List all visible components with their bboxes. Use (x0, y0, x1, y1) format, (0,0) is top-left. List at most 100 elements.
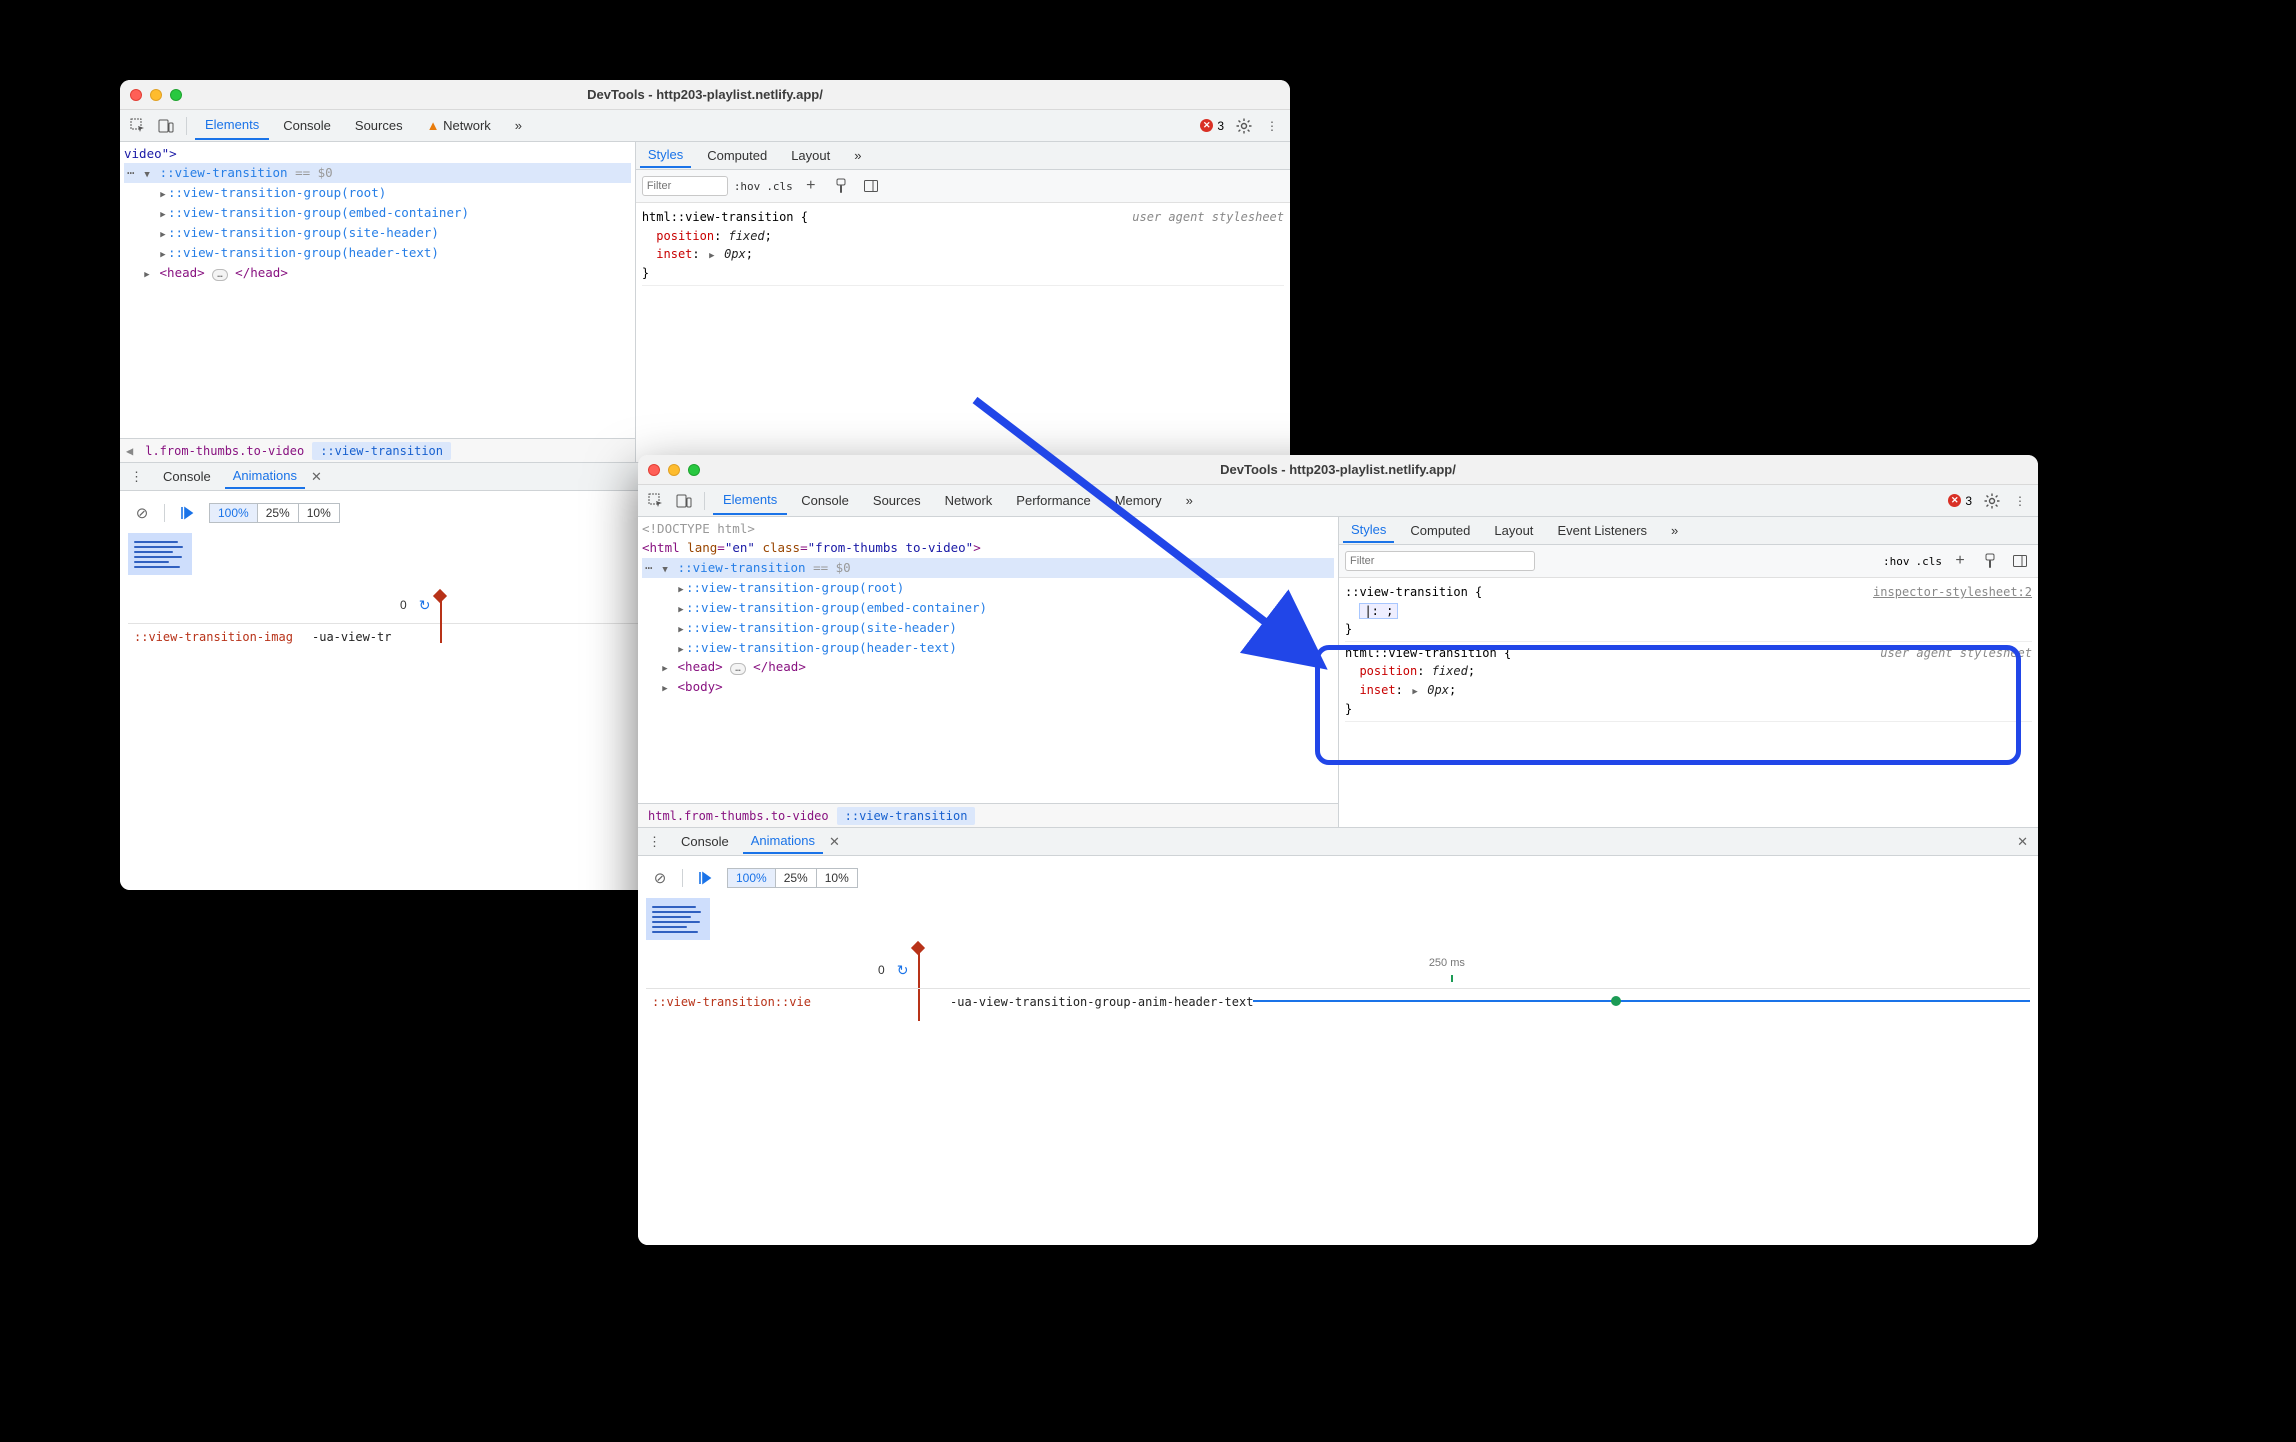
subtab-styles[interactable]: Styles (640, 143, 691, 168)
more-icon[interactable]: ⋮ (1260, 114, 1284, 138)
subtab-styles[interactable]: Styles (1343, 518, 1394, 543)
hov-toggle[interactable]: :hov (734, 180, 761, 193)
subtab-computed[interactable]: Computed (1402, 519, 1478, 542)
hov-toggle[interactable]: :hov (1883, 555, 1910, 568)
subtab-more[interactable]: » (1663, 519, 1686, 542)
close-icon[interactable]: ✕ (829, 834, 840, 850)
expand-toggle[interactable] (158, 243, 168, 263)
cls-toggle[interactable]: .cls (766, 180, 793, 193)
timeline[interactable]: 0 ↻ 250 ms (646, 952, 2030, 988)
reload-icon[interactable]: ↻ (419, 597, 431, 614)
inspect-icon[interactable] (126, 114, 150, 138)
css-value[interactable]: fixed (1432, 664, 1468, 678)
css-value[interactable]: 0px (1427, 683, 1449, 697)
drawer-close-icon[interactable]: ✕ (2017, 834, 2034, 850)
drawer-tab-console[interactable]: Console (155, 465, 219, 488)
tab-network[interactable]: Network (935, 487, 1003, 514)
tab-elements[interactable]: Elements (195, 111, 269, 140)
panel-icon[interactable] (859, 174, 883, 198)
tab-sources[interactable]: Sources (345, 112, 413, 139)
subtab-layout[interactable]: Layout (783, 144, 838, 167)
vt-group[interactable]: ::view-transition-group(site-header) (686, 620, 957, 635)
rate-100[interactable]: 100% (727, 868, 776, 888)
error-count[interactable]: ✕ 3 (1196, 119, 1228, 133)
crumb-left-caret[interactable]: ◀ (122, 444, 137, 458)
more-icon[interactable]: ⋮ (2008, 489, 2032, 513)
rate-25[interactable]: 25% (258, 503, 299, 523)
vt-group[interactable]: ::view-transition-group(embed-container) (168, 205, 469, 220)
animation-thumbnail[interactable] (128, 533, 192, 575)
drawer-tab-animations[interactable]: Animations (743, 829, 823, 854)
vt-group[interactable]: ::view-transition-group(site-header) (168, 225, 439, 240)
expand-toggle[interactable] (158, 223, 168, 243)
rule-source-link[interactable]: inspector-stylesheet:2 (1873, 583, 2032, 602)
close-icon[interactable]: ✕ (311, 469, 322, 485)
rule-selector[interactable]: html::view-transition { (642, 210, 808, 224)
reload-icon[interactable]: ↻ (897, 962, 909, 979)
drawer-menu-icon[interactable]: ⋮ (124, 469, 149, 485)
filter-input[interactable] (1345, 551, 1535, 571)
subtab-layout[interactable]: Layout (1486, 519, 1541, 542)
playhead-icon[interactable] (911, 941, 925, 955)
expand-toggle[interactable] (142, 163, 152, 183)
expand-toggle[interactable] (158, 203, 168, 223)
minimize-button[interactable] (668, 464, 680, 476)
vt-group[interactable]: ::view-transition-group(root) (168, 185, 386, 200)
vt-group[interactable]: ::view-transition-group(header-text) (168, 245, 439, 260)
tab-console[interactable]: Console (791, 487, 859, 514)
animation-thumbnail[interactable] (646, 898, 710, 940)
expand-toggle[interactable] (676, 638, 686, 658)
ellipsis-icon[interactable]: … (730, 663, 745, 675)
expand-toggle[interactable] (1410, 681, 1420, 700)
dom-head-open[interactable]: <head> (160, 265, 205, 280)
pseudo-view-transition[interactable]: ::view-transition (160, 165, 288, 180)
drawer-tab-animations[interactable]: Animations (225, 464, 305, 489)
play-icon[interactable] (693, 866, 717, 890)
css-property[interactable]: inset (656, 247, 692, 261)
css-property[interactable]: position (1359, 664, 1417, 678)
device-icon[interactable] (154, 114, 178, 138)
maximize-button[interactable] (688, 464, 700, 476)
clear-icon[interactable]: ⊘ (648, 866, 672, 890)
inspector-style-rule[interactable]: inspector-stylesheet:2 ::view-transition… (1345, 581, 2032, 642)
subtab-event-listeners[interactable]: Event Listeners (1549, 519, 1655, 542)
paint-brush-icon[interactable] (829, 174, 853, 198)
tab-console[interactable]: Console (273, 112, 341, 139)
tab-network[interactable]: ▲ Network (417, 112, 501, 139)
tabs-more[interactable]: » (1176, 487, 1203, 514)
drawer-menu-icon[interactable]: ⋮ (642, 834, 667, 850)
expand-toggle[interactable] (660, 558, 670, 578)
crumb-selected[interactable]: ::view-transition (312, 442, 451, 460)
rate-10[interactable]: 10% (817, 868, 858, 888)
playhead-icon[interactable] (433, 589, 447, 603)
tabs-more[interactable]: » (505, 112, 532, 139)
panel-icon[interactable] (2008, 549, 2032, 573)
gear-icon[interactable] (1232, 114, 1256, 138)
expand-toggle[interactable] (660, 677, 670, 697)
rate-10[interactable]: 10% (299, 503, 340, 523)
tab-elements[interactable]: Elements (713, 486, 787, 515)
play-icon[interactable] (175, 501, 199, 525)
dom-html-open[interactable]: <html lang="en" class="from-thumbs to-vi… (642, 538, 1334, 557)
css-property[interactable]: position (656, 229, 714, 243)
expand-toggle[interactable] (707, 245, 717, 264)
expand-toggle[interactable] (676, 618, 686, 638)
tab-memory[interactable]: Memory (1105, 487, 1172, 514)
pseudo-view-transition[interactable]: ::view-transition (678, 560, 806, 575)
vt-group[interactable]: ::view-transition-group(root) (686, 580, 904, 595)
inspect-icon[interactable] (644, 489, 668, 513)
rate-100[interactable]: 100% (209, 503, 258, 523)
vt-group[interactable]: ::view-transition-group(header-text) (686, 640, 957, 655)
css-value[interactable]: fixed (729, 229, 765, 243)
close-button[interactable] (648, 464, 660, 476)
clear-icon[interactable]: ⊘ (130, 501, 154, 525)
vt-group[interactable]: ::view-transition-group(embed-container) (686, 600, 987, 615)
crumb-html[interactable]: html.from-thumbs.to-video (640, 807, 837, 825)
css-value[interactable]: 0px (724, 247, 746, 261)
dom-body-open[interactable]: <body> (678, 679, 723, 694)
dom-head-open[interactable]: <head> (678, 659, 723, 674)
rule-selector[interactable]: ::view-transition { (1345, 585, 1482, 599)
expand-toggle[interactable] (142, 263, 152, 283)
new-rule-icon[interactable]: + (1948, 549, 1972, 573)
keyframe-marker[interactable] (1611, 996, 1621, 1006)
